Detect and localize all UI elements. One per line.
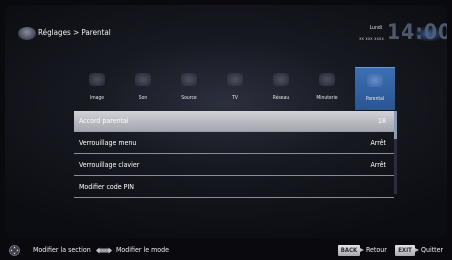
home-icon (18, 27, 36, 40)
exit-key-arrow-icon (415, 248, 419, 252)
menu-item-accord-parental[interactable]: Accord parental 18 (74, 111, 394, 132)
category-image[interactable]: Image (77, 67, 117, 109)
category-label: TV (232, 95, 238, 101)
menu-item-label: Modifier code PIN (79, 183, 135, 191)
parental-icon (367, 74, 383, 87)
back-key-arrow-icon (360, 248, 364, 252)
category-bar: Image Son Source TV Réseau Minuterie Par… (75, 67, 397, 110)
category-label: Minuterie (316, 95, 338, 101)
category-label: Image (89, 95, 105, 101)
menu-item-label: Verrouillage clavier (79, 161, 140, 169)
hint-modify-section: Modifier la section (33, 246, 91, 254)
clock: 14:00 (387, 20, 447, 44)
menu-item-value: Arrêt (370, 161, 386, 169)
date-label: xx xxx xxxx (359, 36, 384, 41)
exit-key[interactable]: EXIT (395, 245, 415, 256)
timer-icon (319, 73, 335, 86)
menu-item-value: 18 (377, 117, 386, 125)
network-icon (273, 73, 289, 86)
menu-item-modifier-code-pin[interactable]: Modifier code PIN (74, 177, 394, 198)
category-parental[interactable]: Parental (355, 67, 395, 110)
image-icon (89, 73, 105, 86)
back-key[interactable]: BACK (338, 245, 360, 256)
category-label: Source (181, 95, 197, 101)
header: Réglages > Parental Lundi xx xxx xxxx 14… (5, 5, 447, 53)
source-icon (181, 73, 197, 86)
menu-scrollbar[interactable] (394, 111, 397, 194)
category-label: Parental (365, 96, 385, 102)
menu-item-label: Verrouillage menu (79, 139, 137, 147)
tv-screen: Réglages > Parental Lundi xx xxx xxxx 14… (0, 0, 452, 260)
tv-icon (227, 73, 243, 86)
category-tv[interactable]: TV (215, 67, 255, 109)
hint-exit: Quitter (421, 246, 444, 254)
menu-item-verrouillage-menu[interactable]: Verrouillage menu Arrêt (74, 133, 394, 154)
hint-back: Retour (366, 246, 387, 254)
settings-list: Accord parental 18 Verrouillage menu Arr… (74, 111, 394, 199)
category-timer[interactable]: Minuterie (307, 67, 347, 109)
left-right-arrows-icon (96, 247, 112, 254)
category-network[interactable]: Réseau (261, 67, 301, 109)
category-sound[interactable]: Son (123, 67, 163, 109)
footer-hints: Modifier la section Modifier le mode BAC… (0, 241, 452, 260)
menu-item-label: Accord parental (79, 117, 129, 125)
menu-item-verrouillage-clavier[interactable]: Verrouillage clavier Arrêt (74, 155, 394, 176)
category-source[interactable]: Source (169, 67, 209, 109)
breadcrumb: Réglages > Parental (38, 28, 111, 37)
sound-icon (135, 73, 151, 86)
dpad-icon (9, 245, 20, 256)
day-label: Lundi (369, 25, 382, 31)
menu-item-value: Arrêt (370, 139, 386, 147)
hint-modify-mode: Modifier le mode (116, 246, 169, 254)
category-label: Son (138, 95, 148, 101)
scrollbar-thumb[interactable] (394, 111, 397, 139)
category-label: Réseau (272, 95, 290, 101)
settings-window: Réglages > Parental Lundi xx xxx xxxx 14… (5, 5, 447, 238)
